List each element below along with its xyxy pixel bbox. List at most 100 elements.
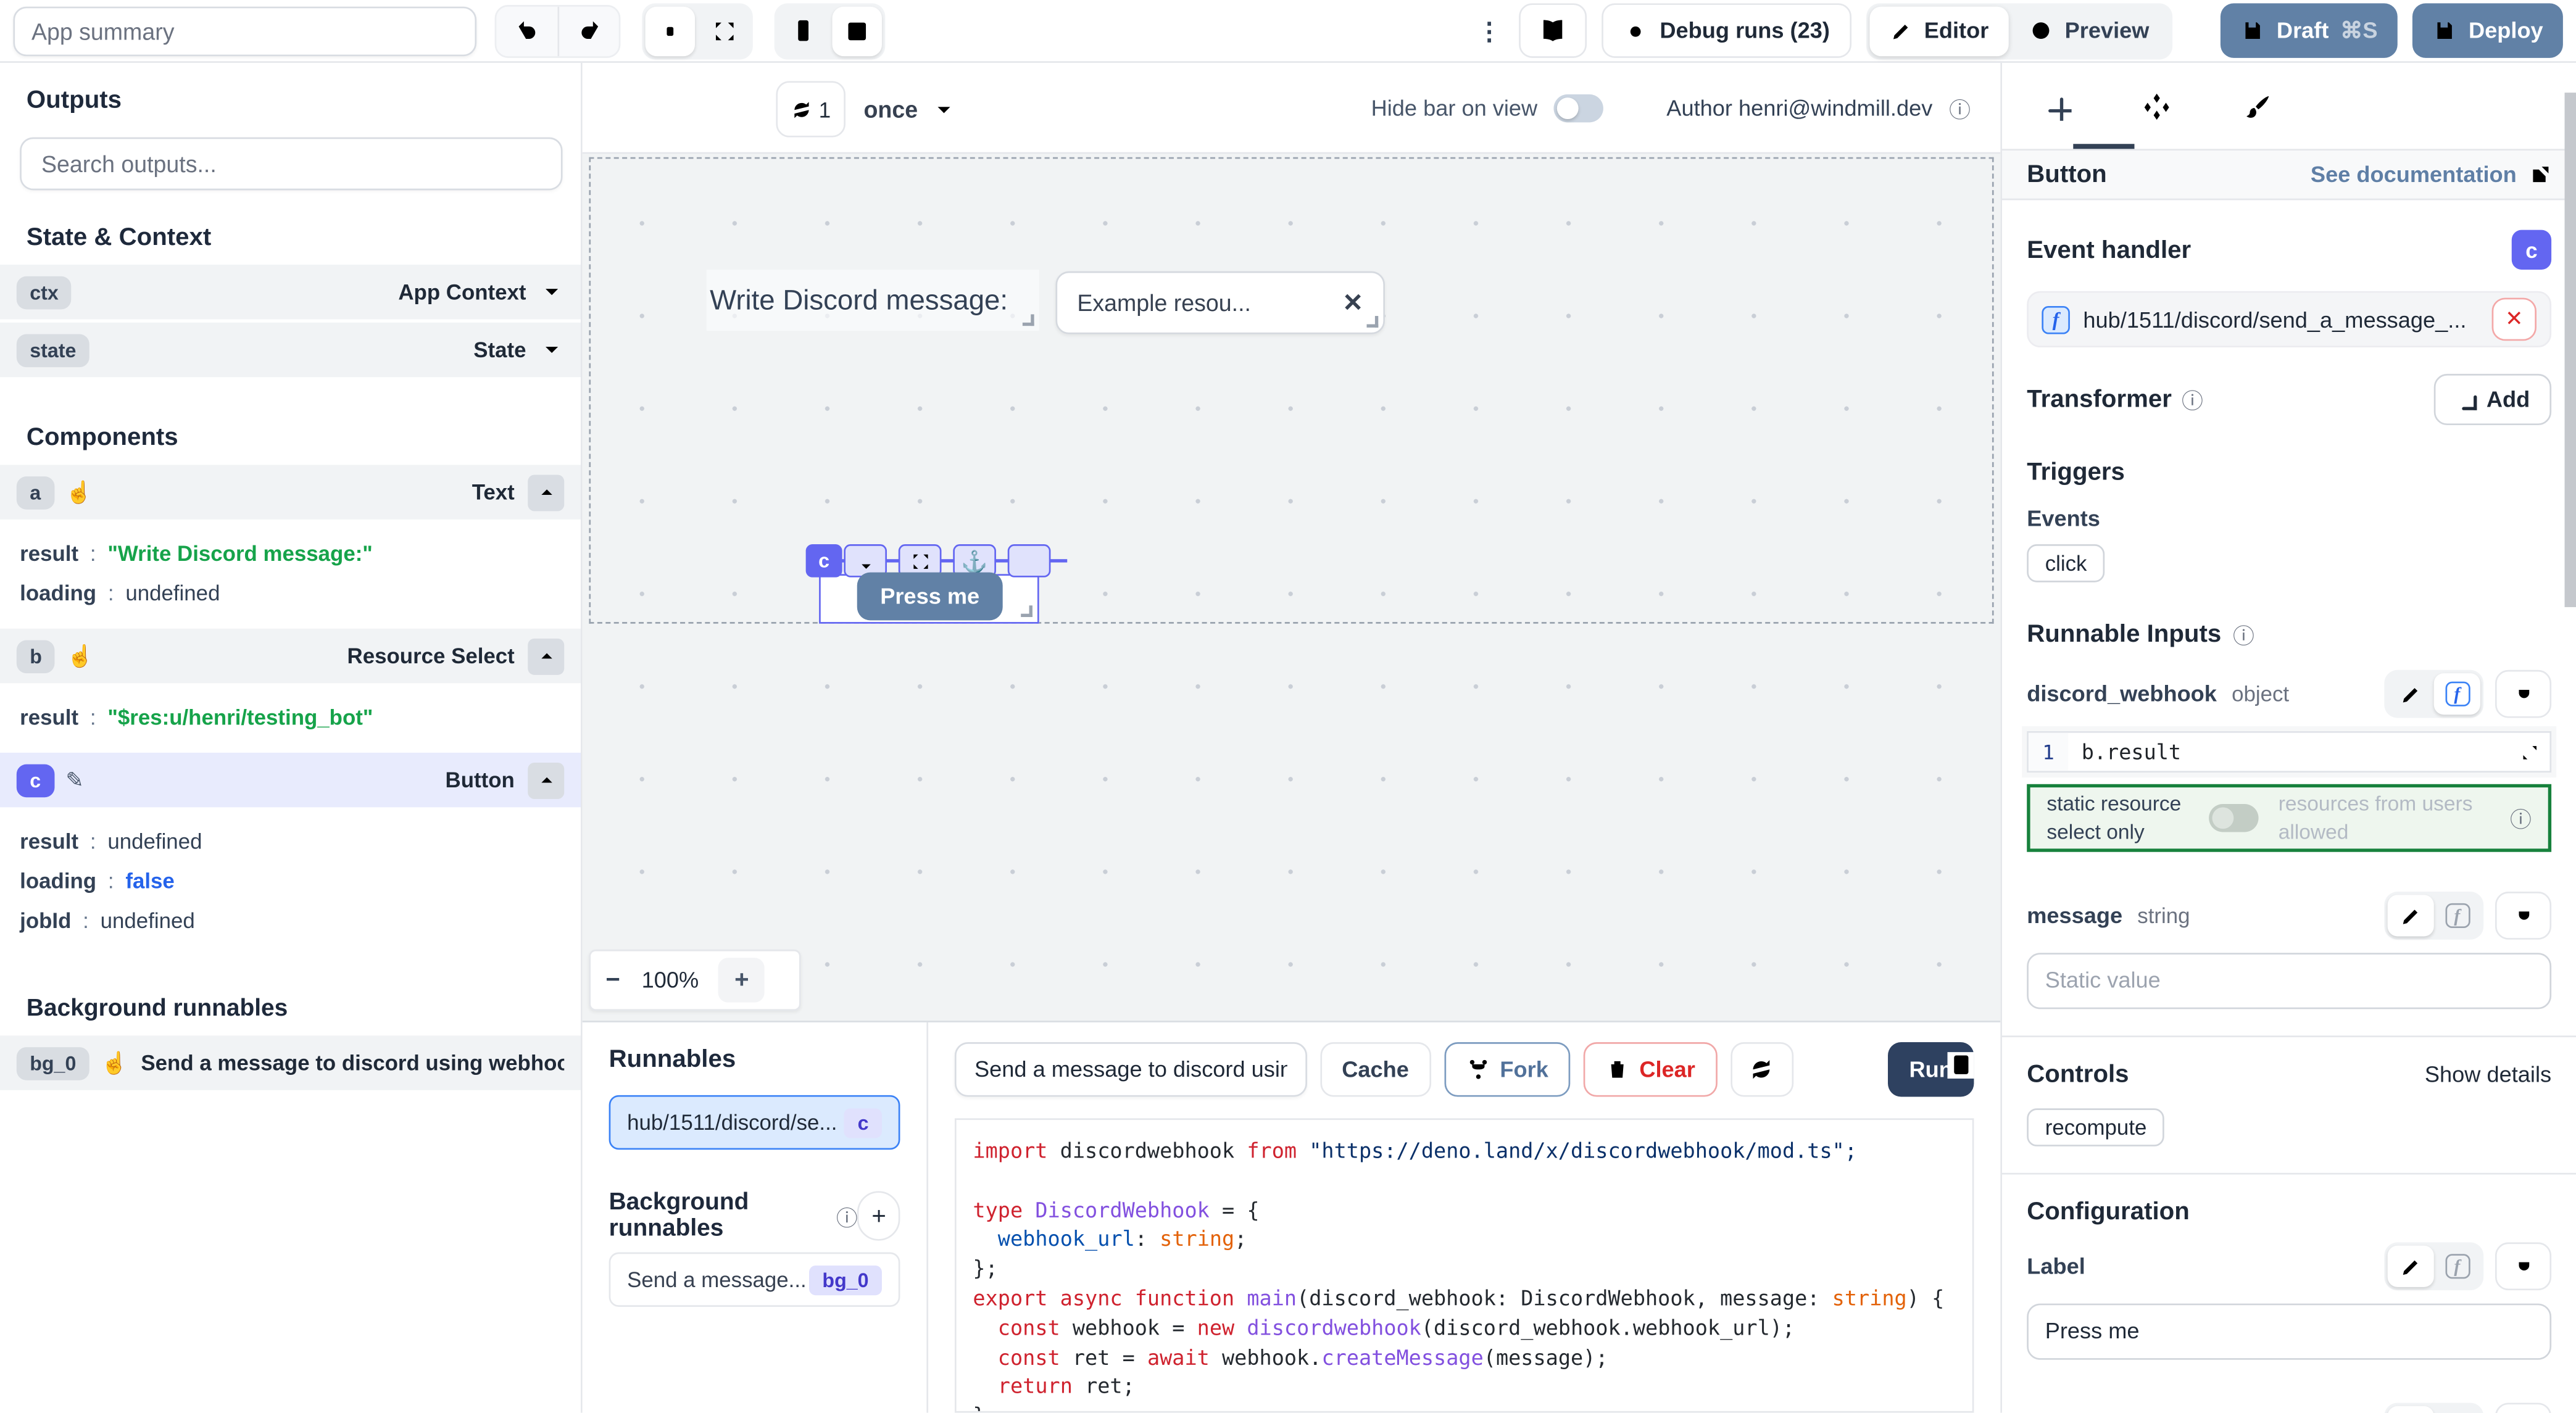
label-input[interactable]: Press me [2027,1304,2551,1360]
resize-handle[interactable] [1021,605,1032,617]
history-group [495,4,621,57]
events-title: Events [2027,506,2100,531]
zoom-out-button[interactable]: − [605,966,620,995]
reload-button[interactable] [1730,1042,1793,1096]
background-runnable-row[interactable]: bg_0 ☝ Send a message to discord using w… [0,1035,581,1090]
connect-mode-button[interactable]: f [2434,1246,2480,1287]
more-menu-button[interactable]: ⋮ [1474,15,1504,45]
fullscreen-button[interactable] [700,6,749,55]
chevron-up-icon [535,645,557,667]
device-tool-group [775,2,886,59]
pencil-icon [2399,682,2422,706]
context-row-state[interactable]: state State [0,323,581,377]
runnable-picker[interactable]: f hub/1511/discord/send_a_message_... ✕ [2027,291,2551,347]
component-b-badge: b [17,639,56,673]
message-static-input[interactable]: Static value [2027,953,2551,1009]
input-mode-segment: f [2384,1403,2483,1413]
debug-runs-button[interactable]: Debug runs (23) [1602,3,1851,57]
static-resource-toggle-box: static resource select only resources fr… [2027,784,2551,852]
see-documentation-link[interactable]: See documentation [2311,162,2551,187]
divider [2002,1173,2576,1175]
external-link-icon [2528,163,2552,186]
resource-select-component[interactable]: Example resou... ✕ [1055,271,1385,334]
control-chip-recompute[interactable]: recompute [2027,1108,2165,1146]
chevron-down-icon[interactable] [539,338,564,362]
button-component-selected[interactable]: c ⚓ Press me [819,574,1039,623]
connect-mode-button[interactable]: f [2434,895,2480,936]
inspector-tabs [2002,63,2576,149]
draft-button[interactable]: Draft ⌘S [2221,3,2398,57]
layout-tool-group [642,2,753,59]
close-icon[interactable]: ✕ [1342,288,1363,317]
connection-expression-input[interactable]: 1 b.result [2027,731,2551,773]
component-b-props: result:"$res:u/henri/testing_bot" [0,687,581,753]
add-background-runnable-button[interactable]: + [858,1191,900,1240]
tab-theme[interactable] [2242,90,2274,122]
expand-icon [909,550,931,571]
component-row-b[interactable]: b ☝ Resource Select [0,629,581,683]
static-mode-button[interactable] [2388,895,2434,936]
prop-value: undefined [125,574,220,613]
zoom-in-button[interactable]: + [718,958,765,1002]
redo-button[interactable] [557,6,618,55]
center-align-button[interactable] [646,6,695,55]
context-row-ctx[interactable]: ctx App Context [0,265,581,319]
plug-connect-button[interactable] [2495,1242,2551,1290]
desktop-view-button[interactable] [833,6,882,55]
plug-connect-button[interactable] [2495,1403,2551,1413]
static-mode-button[interactable] [2388,1246,2434,1287]
move-button[interactable] [1008,544,1051,578]
tab-editor[interactable]: Editor [1869,6,2008,55]
app-canvas[interactable]: Write Discord message: Example resou... … [583,154,2001,1021]
move-icon [1018,550,1040,571]
show-details-link[interactable]: Show details [2425,1062,2551,1087]
static-mode-button[interactable] [2388,673,2434,715]
collapse-component-a[interactable] [528,474,564,510]
cache-button[interactable]: Cache [1320,1042,1430,1096]
text-component[interactable]: Write Discord message: [707,270,1039,331]
chevron-down-icon[interactable] [539,280,564,304]
press-me-button[interactable]: Press me [857,573,1003,621]
info-icon: ⓘ [1949,93,1971,124]
resize-handle[interactable] [1023,314,1034,326]
add-transformer-button[interactable]: Add [2433,374,2551,425]
expand-editor-button[interactable] [2510,733,2549,771]
app-summary-input[interactable] [13,6,476,55]
outputs-title: Outputs [27,86,554,114]
info-icon: ⓘ [836,1200,858,1232]
tab-preview[interactable]: Preview [2008,6,2169,55]
clear-button[interactable]: Clear [1583,1042,1717,1096]
background-runnable-item[interactable]: Send a message... bg_0 [609,1253,900,1307]
component-row-a[interactable]: a ☝ Text [0,465,581,519]
scrollbar-thumb[interactable] [2565,93,2576,607]
collapse-component-c[interactable] [528,762,564,798]
docs-button[interactable] [1519,3,1587,57]
code-editor[interactable]: import discordwebhook from "https://deno… [955,1118,1974,1412]
tab-component-settings[interactable] [2141,90,2172,122]
undo-button[interactable] [496,6,557,55]
remove-runnable-button[interactable]: ✕ [2492,298,2537,341]
tab-insert-component[interactable] [2042,91,2071,120]
schedule-dropdown[interactable]: once [863,81,955,137]
search-outputs-input[interactable] [20,138,562,191]
resource-mode-toggle[interactable] [2209,804,2258,832]
collapse-component-b[interactable] [528,638,564,674]
script-name-input[interactable] [955,1042,1307,1096]
event-chip-click[interactable]: click [2027,544,2105,582]
hide-bar-toggle[interactable] [1554,94,1603,123]
fork-button[interactable]: Fork [1444,1042,1569,1096]
deploy-button[interactable]: Deploy [2412,3,2563,57]
runnable-item-selected[interactable]: hub/1511/discord/se... c [609,1095,900,1150]
static-mode-button[interactable] [2388,1406,2434,1413]
refresh-count-button[interactable]: 1 [776,81,846,137]
resize-handle[interactable] [1367,316,1379,328]
plug-connect-button[interactable] [2495,670,2551,718]
connect-mode-button[interactable]: f [2434,1406,2480,1413]
component-b-type: Resource Select [347,644,515,668]
plug-connect-button[interactable] [2495,892,2551,940]
mobile-view-button[interactable] [778,6,827,55]
connect-mode-button[interactable]: f [2434,673,2480,715]
component-row-c[interactable]: c ✎ Button [0,753,581,807]
copy-icon[interactable] [1948,1052,1974,1079]
stage: ⋮ Debug runs (23) Editor Preview Draft ⌘… [0,0,2576,1413]
